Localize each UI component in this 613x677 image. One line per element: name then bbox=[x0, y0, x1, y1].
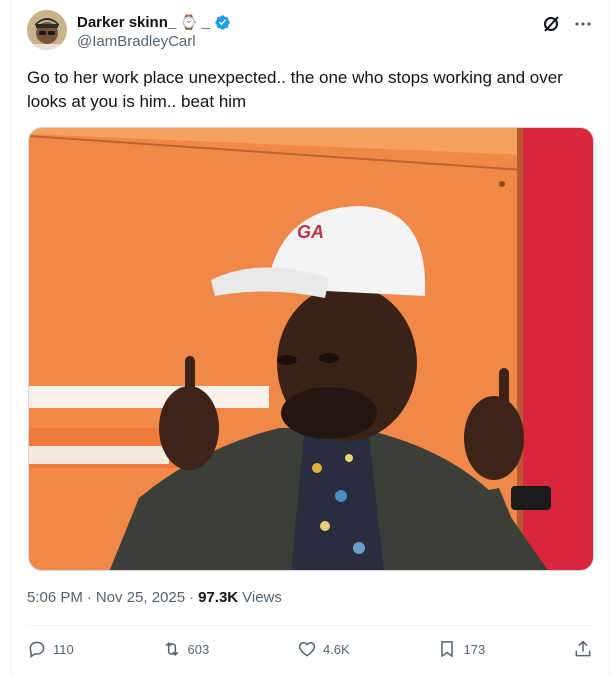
display-name-suffix: _ bbox=[201, 13, 211, 31]
repost-count: 603 bbox=[187, 641, 210, 657]
display-name-row: Darker skinn_ ⌚ _ bbox=[77, 12, 231, 32]
bookmark-button[interactable]: 173 bbox=[437, 639, 485, 659]
repost-button[interactable]: 603 bbox=[162, 639, 210, 659]
like-button[interactable]: 4.6K bbox=[297, 639, 350, 659]
tweet-media-image[interactable]: GA bbox=[28, 127, 594, 571]
bookmark-count: 173 bbox=[463, 641, 486, 657]
author-names: Darker skinn_ ⌚ _ @IamBradleyCarl bbox=[77, 12, 231, 50]
tweet-article: Darker skinn_ ⌚ _ @IamBradleyCarl Go to … bbox=[10, 0, 610, 677]
cap-logo-text: GA bbox=[297, 222, 324, 242]
tweet-header: Darker skinn_ ⌚ _ @IamBradleyCarl bbox=[27, 10, 593, 54]
more-icon[interactable] bbox=[573, 14, 593, 34]
share-button[interactable] bbox=[573, 639, 593, 659]
share-icon bbox=[575, 640, 591, 657]
author-handle[interactable]: @IamBradleyCarl bbox=[77, 33, 231, 50]
reply-count: 110 bbox=[53, 641, 74, 657]
display-name[interactable]: Darker skinn_ bbox=[77, 14, 176, 31]
header-actions bbox=[541, 14, 593, 34]
author-avatar[interactable] bbox=[27, 10, 67, 50]
meta-separator: · bbox=[86, 589, 92, 606]
verified-badge-icon[interactable] bbox=[214, 14, 231, 31]
tweet-text: Go to her work place unexpected.. the on… bbox=[27, 68, 563, 111]
tweet-date[interactable]: Nov 25, 2025 bbox=[96, 589, 185, 606]
like-count: 4.6K bbox=[322, 641, 350, 657]
repost-icon bbox=[165, 642, 178, 656]
grok-icon[interactable] bbox=[541, 14, 561, 34]
media-illustration: GA bbox=[29, 128, 593, 570]
views-label: Views bbox=[242, 589, 282, 606]
like-icon bbox=[298, 641, 316, 657]
tweet-actions: 110 603 4.6K 173 bbox=[27, 636, 593, 662]
meta-separator: · bbox=[189, 589, 195, 606]
watch-emoji: ⌚ bbox=[180, 13, 198, 30]
tweet-time[interactable]: 5:06 PM bbox=[27, 589, 83, 606]
reply-button[interactable]: 110 bbox=[27, 639, 74, 659]
bookmark-icon bbox=[441, 641, 454, 658]
divider bbox=[27, 625, 593, 626]
tweet-meta: 5:06 PM · Nov 25, 2025 · 97.3K Views bbox=[27, 589, 282, 606]
reply-icon bbox=[29, 641, 45, 658]
views-count: 97.3K bbox=[198, 589, 239, 606]
